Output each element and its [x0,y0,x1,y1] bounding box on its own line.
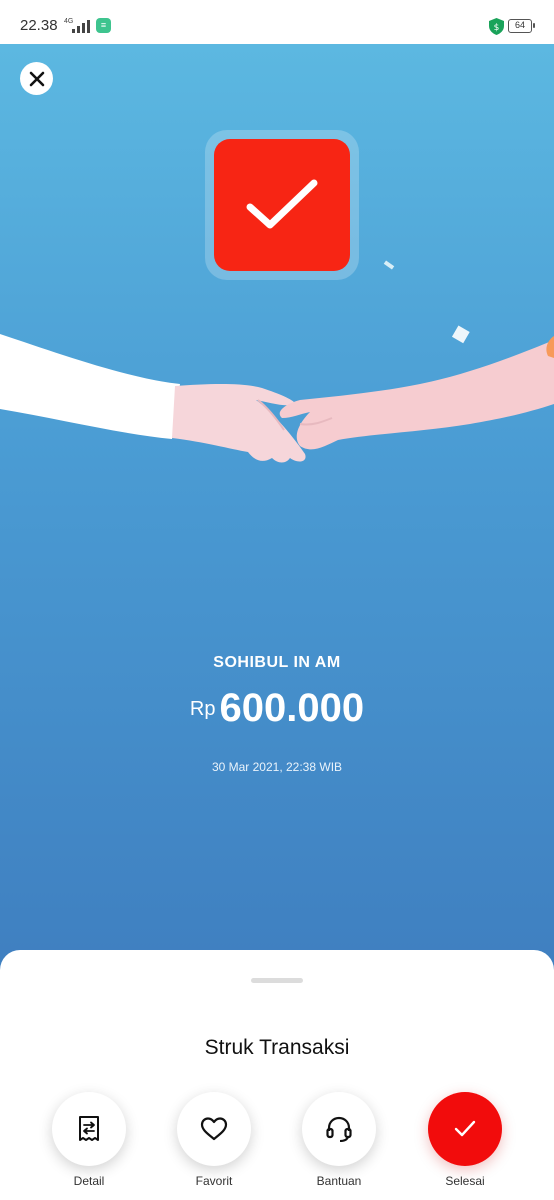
done-button[interactable]: Selesai [428,1092,502,1188]
done-label: Selesai [445,1174,485,1188]
receipt-sheet: Struk Transaksi Detail Favorit Bantuan S… [0,950,554,1200]
check-icon [454,1120,476,1137]
battery-icon: 64 [508,19,535,33]
success-check-icon [246,179,318,229]
success-badge [205,130,359,280]
done-button-circle[interactable] [428,1092,502,1166]
currency-label: Rp [189,698,216,720]
close-icon [29,71,44,86]
success-hero: SOHIBUL IN AM Rp 600.000 30 Mar 2021, 22:… [0,44,554,974]
success-check-box [214,139,350,271]
favorite-button[interactable]: Favorit [177,1092,251,1188]
detail-label: Detail [73,1174,105,1188]
battery-level: 64 [514,20,525,30]
recipient-name: SOHIBUL IN AM [213,654,341,671]
close-button[interactable] [20,62,53,95]
sheet-drag-handle[interactable] [251,978,303,983]
handshake-illustration [0,334,554,463]
transaction-amount: Rp 600.000 [0,686,554,731]
help-button-circle[interactable] [302,1092,376,1166]
transaction-datetime: 30 Mar 2021, 22:38 WIB [211,760,343,774]
help-label: Bantuan [316,1174,362,1188]
detail-button[interactable]: Detail [52,1092,126,1188]
amount-value: 600.000 [219,686,365,730]
favorite-button-circle[interactable] [177,1092,251,1166]
shield-icon: $ [489,18,504,35]
confetti-decoration [383,260,395,270]
sheet-title: Struk Transaksi [204,1036,350,1059]
svg-text:$: $ [494,23,500,33]
detail-button-circle[interactable] [52,1092,126,1166]
status-bar: 22.38 4G ≡ $ 64 [0,0,554,44]
help-button[interactable]: Bantuan [302,1092,376,1188]
signal-icon [72,20,90,33]
receipt-icon [79,1116,99,1141]
heart-icon [200,1117,228,1141]
app-notification-icon: ≡ [96,18,111,33]
favorite-label: Favorit [195,1174,233,1188]
status-time: 22.38 [20,17,58,34]
headset-icon [326,1116,352,1142]
